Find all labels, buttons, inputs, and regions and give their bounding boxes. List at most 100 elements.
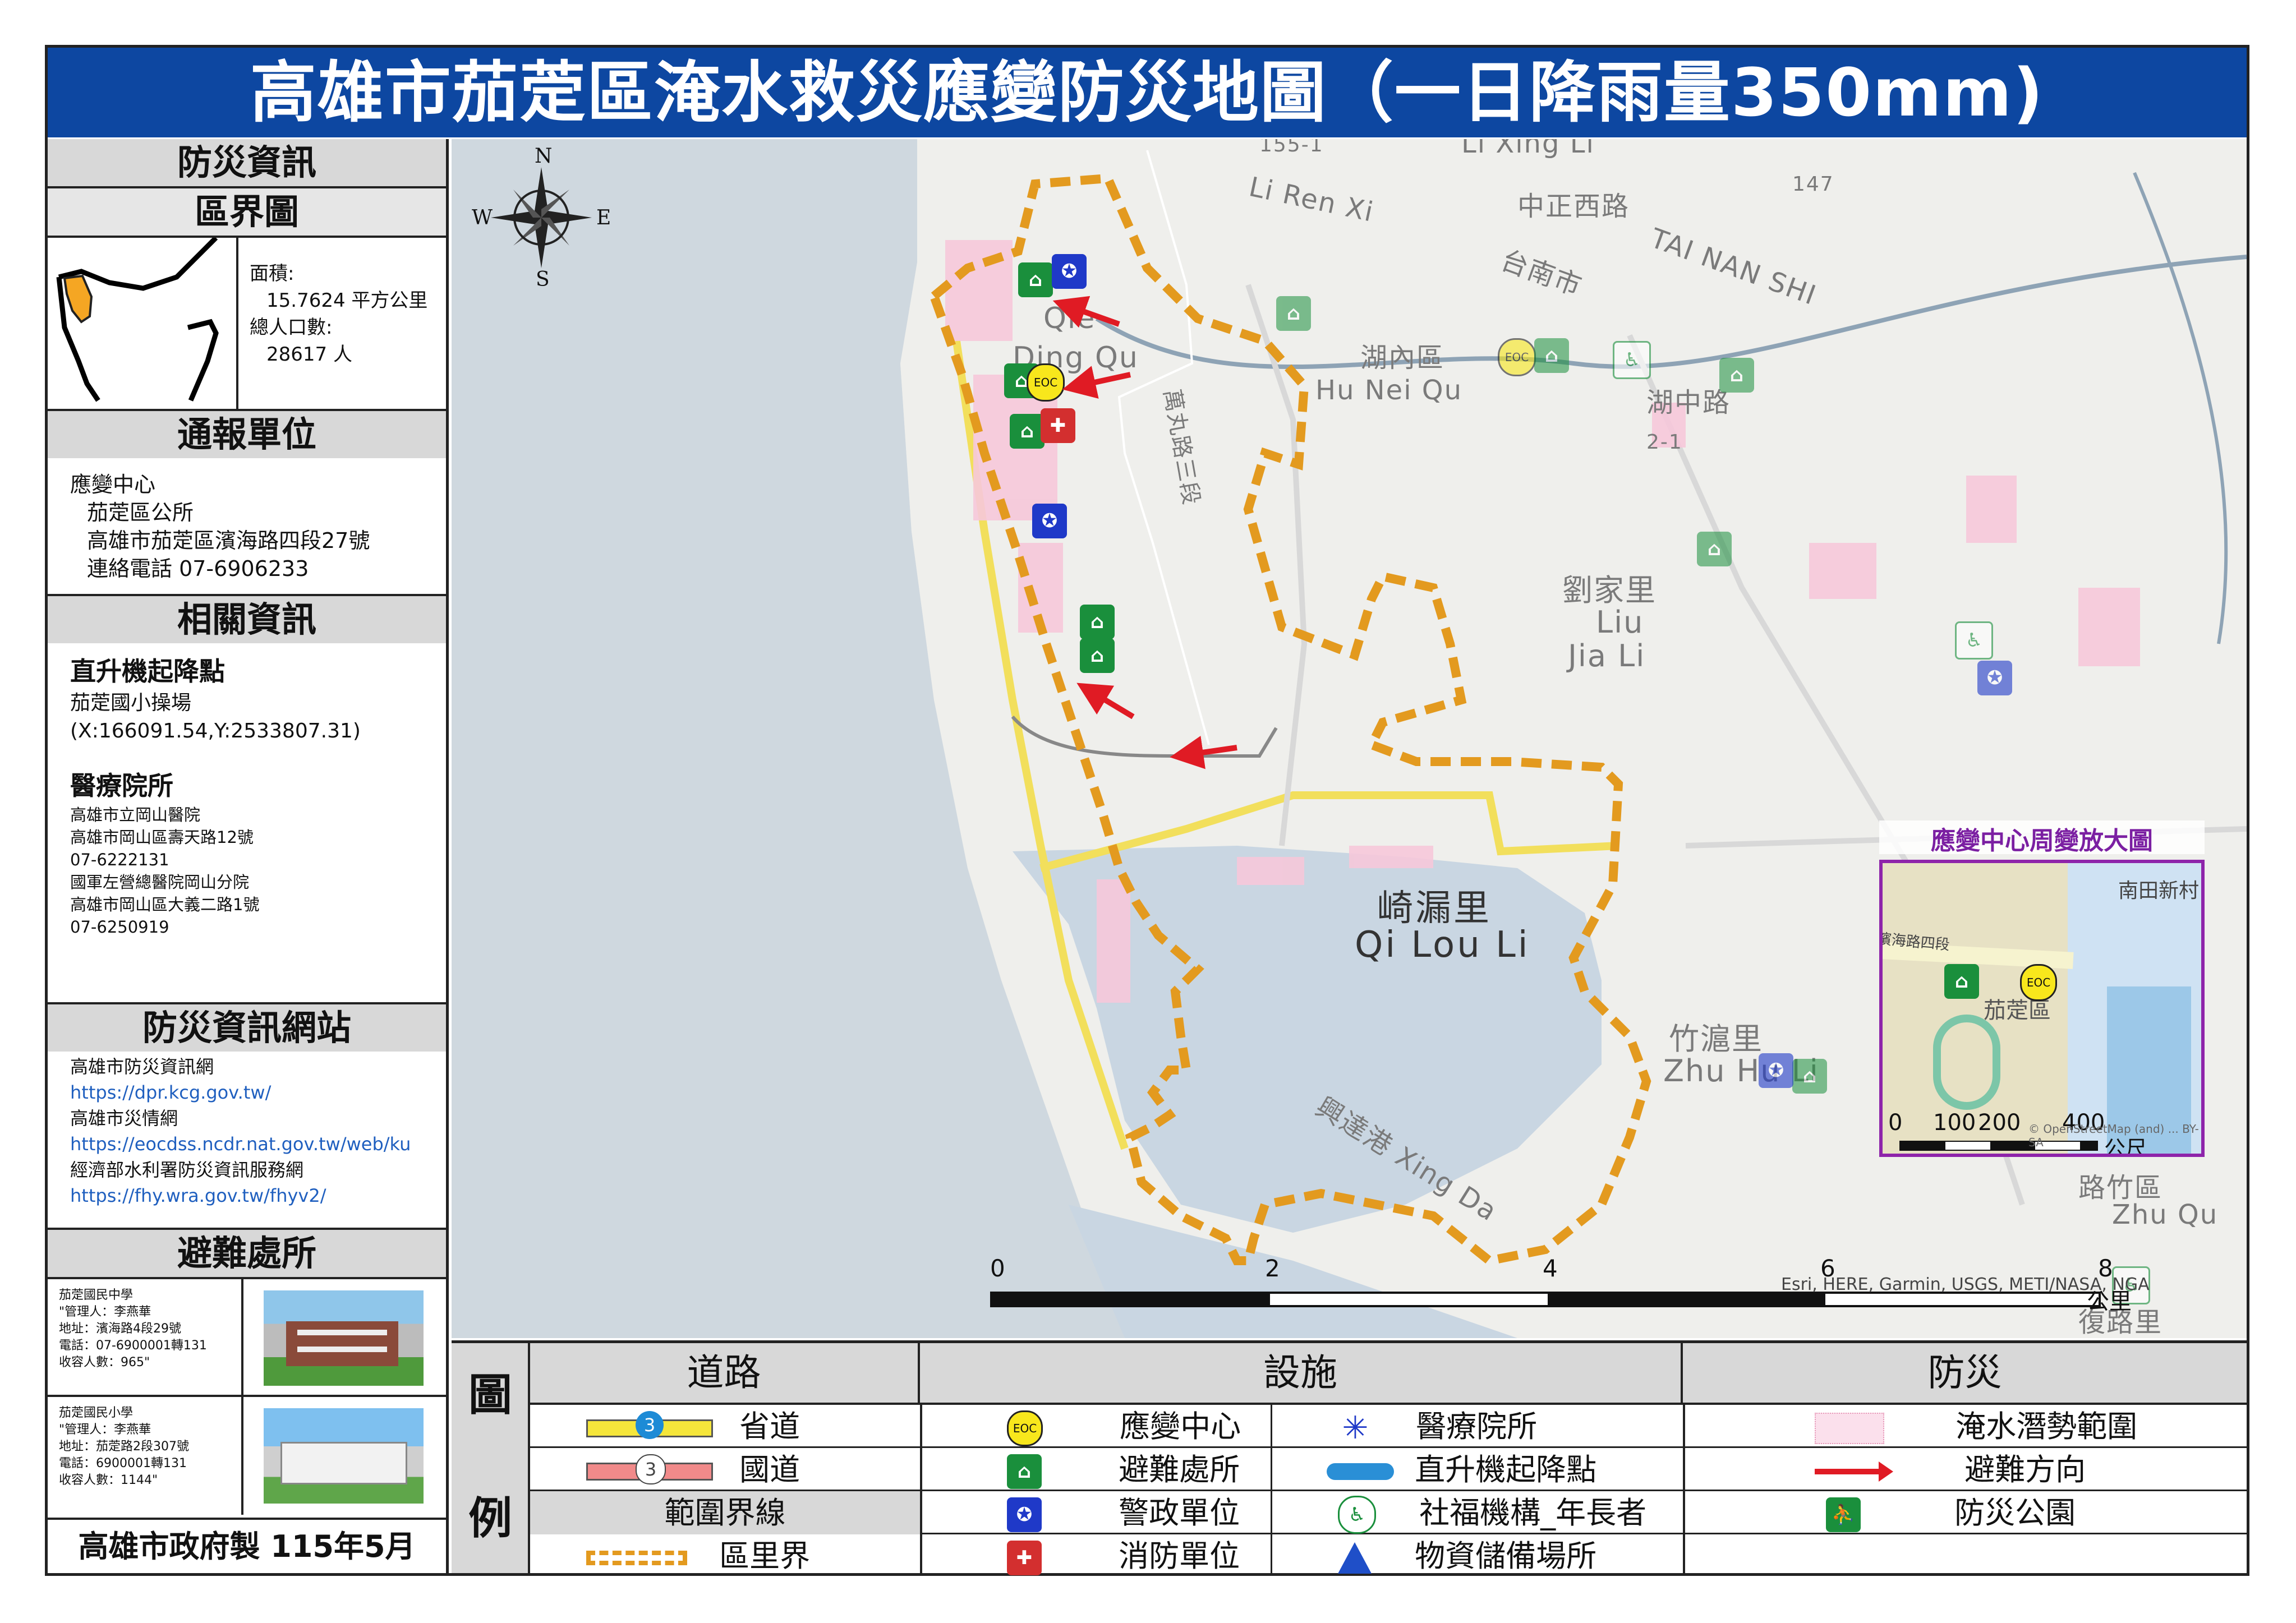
evacuation-arrow [1062,366,1131,399]
evacuation-arrow [1052,296,1120,328]
legend-label: 警政單位 [1119,1495,1240,1530]
scale-tick: 0 [990,1255,1005,1282]
shelter-line: 地址：茄萣路2段307號 [59,1440,189,1454]
area-value: 15.7624 平方公里 [266,289,428,312]
boundary-heading: 區界圖 [48,186,446,236]
district-stats: 面積: 15.7624 平方公里 總人口數: 28617 人 [250,260,427,368]
legend-label: 避難處所 [1119,1452,1240,1487]
info-heading: 防災資訊 [48,139,446,186]
evacuation-arrow-icon [1815,1461,1893,1482]
legend-label: 國道 [739,1452,800,1487]
helipad-line: 茄萣國小操場 [70,691,192,714]
legend-item-village-boundary: 區里界 [586,1534,900,1578]
helipad-title: 直升機起降點 [70,656,225,686]
medical-star-icon: ✳ [1342,1410,1369,1447]
legend-label: 物資儲備場所 [1415,1538,1597,1574]
shelter-line: 電話：6900001轉131 [59,1456,187,1470]
shelter-line: 茄萣國民小學 [59,1406,134,1420]
medical-line: 國軍左營總醫院岡山分院 [70,873,250,892]
shelter-card: 茄萣國民小學 "管理人：李燕華 地址：茄萣路2段307號 電話：6900001轉… [48,1397,449,1515]
related-heading: 相關資訊 [48,594,446,643]
inset-panel: 應變中心周變放大圖 南田新村 茄萣區 濱海路四段 ⌂ EOC 0 100 200… [1879,820,2205,1157]
legend-item-provincial-road: 3 省道 [586,1405,900,1448]
inset-attribution: © OpenStreetMap (and) ... BY-SA [2028,1122,2199,1149]
shelter-icon[interactable]: ⌂ [1944,964,1979,999]
web-link[interactable]: https://dpr.kcg.gov.tw/ [70,1080,424,1105]
legend-label: 省道 [739,1409,800,1444]
medical-line: 高雄市岡山區壽天路12號 [70,828,254,847]
legend-item-shelter: ⌂ 避難處所 [1007,1448,1240,1491]
inset-scale-tick: 200 [1978,1110,2021,1136]
legend-road-heading: 道路 [530,1343,920,1403]
legend-label: 淹水潛勢範圍 [1955,1409,2138,1444]
legend-label: 社福機構_年長者 [1419,1495,1647,1530]
report-heading: 通報單位 [48,409,446,458]
legend-label: 直升機起降點 [1415,1452,1597,1487]
population-label: 總人口數: [250,316,333,339]
legend-item-medical: ✳ 醫療院所 [1338,1405,1538,1448]
shelter-line: 收容人數：1144" [59,1473,158,1487]
storage-house-icon [1338,1542,1372,1574]
boundary-panel: 面積: 15.7624 平方公里 總人口數: 28617 人 [48,236,446,409]
legend-label: 避難方向 [1964,1452,2086,1487]
inset-scale-tick: 100 [1933,1110,1976,1136]
provincial-road-symbol: 3 [586,1411,713,1440]
legend-item-fire: ✚ 消防單位 [1007,1534,1240,1578]
village-boundary-symbol [586,1551,687,1566]
national-shield-icon: 3 [636,1454,666,1485]
eoc-icon: EOC [1007,1410,1043,1447]
shelter-list: 茄萣國民中學 "管理人：李燕華 地址：濱海路4段29號 電話：07-690000… [48,1277,449,1515]
legend-item-national-road: 3 國道 [586,1448,900,1491]
web-link[interactable]: https://fhy.wra.gov.tw/fhyv2/ [70,1183,424,1209]
legend-char: 圖 [468,1370,513,1421]
map-footer: 高雄市政府製 115年5月 [48,1518,446,1573]
district-locator-map [48,236,238,409]
shelter-icon: ⌂ [1007,1454,1042,1490]
web-link[interactable]: https://eocdss.ncdr.nat.gov.tw/web/ku [70,1131,424,1157]
shelter-card: 茄萣國民中學 "管理人：李燕華 地址：濱海路4段29號 電話：07-690000… [48,1279,449,1397]
info-sidebar: 防災資訊 區界圖 面積: 15.7624 平方公里 總人口數: 28617 人 … [48,139,449,1573]
inset-label-place: 南田新村 [2118,879,2200,902]
evacuation-arrow [1170,736,1237,769]
medical-line: 07-6222131 [70,850,169,869]
national-road-symbol: 3 [586,1454,713,1485]
scale-tick: 4 [1543,1255,1558,1282]
district-outline-graphic [56,236,219,402]
legend-boundary-heading: 範圍界線 [530,1491,920,1534]
legend-char: 例 [468,1493,513,1544]
inset-title: 應變中心周變放大圖 [1879,820,2205,855]
page-title: 高雄市茄萣區淹水救災應變防災地圖（一日降雨量350mm) [48,48,2247,137]
inset-scale-tick: 0 [1888,1110,1903,1136]
area-label: 面積: [250,262,295,285]
helipad-line: (X:166091.54,Y:2533807.31) [70,720,361,743]
legend-label: 醫療院所 [1416,1409,1538,1444]
legend-item-eoc: EOC 應變中心 [1007,1405,1241,1448]
police-icon: ✪ [1007,1497,1042,1533]
evacuation-arrow [1076,683,1135,720]
report-line: 茄萣區公所 [87,500,194,525]
legend-disaster-heading: 防災 [1683,1343,2247,1403]
shelter-line: "管理人：李燕華 [59,1423,151,1437]
legend-label: 防災公園 [1954,1495,2076,1530]
legend-item-storage: 物資儲備場所 [1338,1534,1596,1578]
web-block: 高雄市防災資訊網 https://dpr.kcg.gov.tw/ 高雄市災情網 … [48,1052,446,1228]
shelter-text: 茄萣國民中學 "管理人：李燕華 地址：濱海路4段29號 電話：07-690000… [59,1287,207,1371]
shelter-line: 地址：濱海路4段29號 [59,1322,181,1336]
shelter-line: 茄萣國民中學 [59,1288,134,1302]
legend-item-direction: 避難方向 [1815,1448,2086,1491]
related-block: 直升機起降點 茄萣國小操場 (X:166091.54,Y:2533807.31)… [48,643,446,1002]
inset-map[interactable]: 南田新村 茄萣區 濱海路四段 ⌂ EOC 0 100 200 400 公尺 © … [1879,860,2205,1157]
web-label: 高雄市防災資訊網 [70,1056,214,1077]
map-legend: 圖 例 道路 設施 防災 3 省道 3 國道 範圍界線 區里界 EOC 應變中心… [452,1340,2247,1576]
shelter-line: 電話：07-6900001轉131 [59,1339,207,1353]
medical-line: 高雄市立岡山醫院 [70,805,201,824]
fire-station-icon: ✚ [1007,1541,1042,1576]
web-heading: 防災資訊網站 [48,1002,446,1052]
main-map[interactable]: N S E W 中正西路 台南市 TAI NAN SHI 湖內區 Hu Nei … [452,139,2247,1338]
web-label: 高雄市災情網 [70,1108,178,1129]
provincial-shield-icon: 3 [636,1411,664,1440]
legend-side-label: 圖 例 [452,1343,530,1573]
eoc-icon[interactable]: EOC [2020,964,2057,1001]
legend-item-flood: 淹水潛勢範圍 [1815,1405,2137,1448]
scale-tick: 2 [1265,1255,1280,1282]
